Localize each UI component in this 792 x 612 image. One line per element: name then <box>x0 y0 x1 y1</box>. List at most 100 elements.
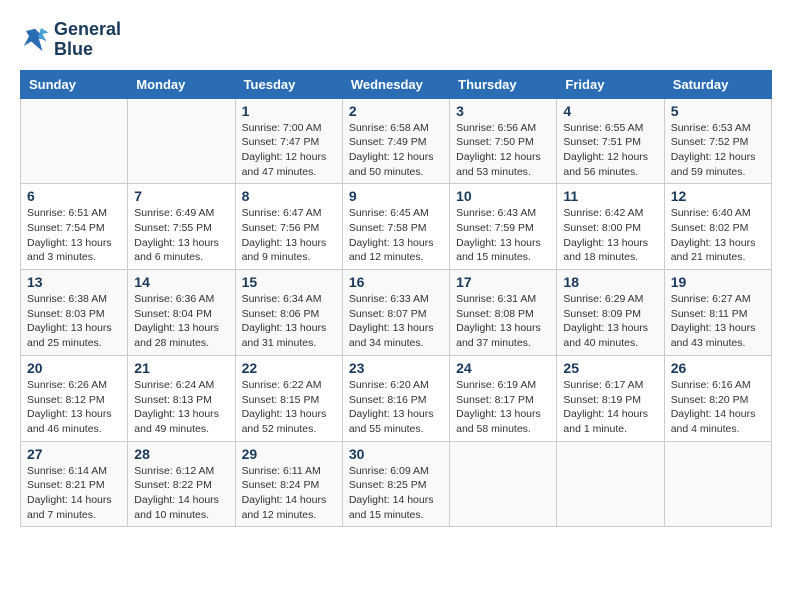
day-info: Sunrise: 6:12 AMSunset: 8:22 PMDaylight:… <box>134 464 228 523</box>
day-info: Sunrise: 6:47 AMSunset: 7:56 PMDaylight:… <box>242 206 336 265</box>
day-info: Sunrise: 6:51 AMSunset: 7:54 PMDaylight:… <box>27 206 121 265</box>
day-info: Sunrise: 6:17 AMSunset: 8:19 PMDaylight:… <box>563 378 657 437</box>
day-info: Sunrise: 6:36 AMSunset: 8:04 PMDaylight:… <box>134 292 228 351</box>
page-header: General Blue <box>20 20 772 60</box>
day-info: Sunrise: 6:38 AMSunset: 8:03 PMDaylight:… <box>27 292 121 351</box>
calendar-cell: 2 Sunrise: 6:58 AMSunset: 7:49 PMDaylight… <box>342 98 449 184</box>
calendar-cell: 25 Sunrise: 6:17 AMSunset: 8:19 PMDayligh… <box>557 355 664 441</box>
calendar-cell: 20 Sunrise: 6:26 AMSunset: 8:12 PMDayligh… <box>21 355 128 441</box>
column-header-thursday: Thursday <box>450 70 557 98</box>
day-info: Sunrise: 6:42 AMSunset: 8:00 PMDaylight:… <box>563 206 657 265</box>
calendar-cell: 3 Sunrise: 6:56 AMSunset: 7:50 PMDaylight… <box>450 98 557 184</box>
calendar-table: SundayMondayTuesdayWednesdayThursdayFrid… <box>20 70 772 528</box>
day-number: 2 <box>349 103 443 119</box>
calendar-cell: 12 Sunrise: 6:40 AMSunset: 8:02 PMDayligh… <box>664 184 771 270</box>
day-number: 18 <box>563 274 657 290</box>
logo-icon <box>20 25 50 55</box>
day-info: Sunrise: 6:56 AMSunset: 7:50 PMDaylight:… <box>456 121 550 180</box>
day-number: 10 <box>456 188 550 204</box>
calendar-cell: 21 Sunrise: 6:24 AMSunset: 8:13 PMDayligh… <box>128 355 235 441</box>
day-info: Sunrise: 6:20 AMSunset: 8:16 PMDaylight:… <box>349 378 443 437</box>
calendar-cell: 19 Sunrise: 6:27 AMSunset: 8:11 PMDayligh… <box>664 270 771 356</box>
day-number: 29 <box>242 446 336 462</box>
calendar-cell: 22 Sunrise: 6:22 AMSunset: 8:15 PMDayligh… <box>235 355 342 441</box>
logo-text: General Blue <box>54 20 121 60</box>
calendar-cell: 6 Sunrise: 6:51 AMSunset: 7:54 PMDaylight… <box>21 184 128 270</box>
day-info: Sunrise: 6:33 AMSunset: 8:07 PMDaylight:… <box>349 292 443 351</box>
day-number: 12 <box>671 188 765 204</box>
day-number: 6 <box>27 188 121 204</box>
day-number: 4 <box>563 103 657 119</box>
calendar-cell: 26 Sunrise: 6:16 AMSunset: 8:20 PMDayligh… <box>664 355 771 441</box>
day-info: Sunrise: 6:58 AMSunset: 7:49 PMDaylight:… <box>349 121 443 180</box>
calendar-cell <box>664 441 771 527</box>
day-info: Sunrise: 6:11 AMSunset: 8:24 PMDaylight:… <box>242 464 336 523</box>
day-info: Sunrise: 6:26 AMSunset: 8:12 PMDaylight:… <box>27 378 121 437</box>
day-info: Sunrise: 6:14 AMSunset: 8:21 PMDaylight:… <box>27 464 121 523</box>
day-info: Sunrise: 6:55 AMSunset: 7:51 PMDaylight:… <box>563 121 657 180</box>
day-number: 24 <box>456 360 550 376</box>
day-number: 8 <box>242 188 336 204</box>
day-number: 28 <box>134 446 228 462</box>
day-number: 17 <box>456 274 550 290</box>
calendar-cell: 23 Sunrise: 6:20 AMSunset: 8:16 PMDayligh… <box>342 355 449 441</box>
logo: General Blue <box>20 20 121 60</box>
column-header-sunday: Sunday <box>21 70 128 98</box>
calendar-cell: 11Sunrise: 6:42 AMSunset: 8:00 PMDayligh… <box>557 184 664 270</box>
day-info: Sunrise: 6:43 AMSunset: 7:59 PMDaylight:… <box>456 206 550 265</box>
day-number: 19 <box>671 274 765 290</box>
calendar-week-1: 1 Sunrise: 7:00 AMSunset: 7:47 PMDaylight… <box>21 98 772 184</box>
calendar-cell: 17 Sunrise: 6:31 AMSunset: 8:08 PMDayligh… <box>450 270 557 356</box>
calendar-week-3: 13 Sunrise: 6:38 AMSunset: 8:03 PMDayligh… <box>21 270 772 356</box>
day-info: Sunrise: 6:29 AMSunset: 8:09 PMDaylight:… <box>563 292 657 351</box>
calendar-cell <box>128 98 235 184</box>
calendar-cell: 16Sunrise: 6:33 AMSunset: 8:07 PMDayligh… <box>342 270 449 356</box>
day-number: 5 <box>671 103 765 119</box>
calendar-cell: 27Sunrise: 6:14 AMSunset: 8:21 PMDayligh… <box>21 441 128 527</box>
day-info: Sunrise: 6:53 AMSunset: 7:52 PMDaylight:… <box>671 121 765 180</box>
day-number: 14 <box>134 274 228 290</box>
day-info: Sunrise: 6:45 AMSunset: 7:58 PMDaylight:… <box>349 206 443 265</box>
column-header-tuesday: Tuesday <box>235 70 342 98</box>
day-info: Sunrise: 6:16 AMSunset: 8:20 PMDaylight:… <box>671 378 765 437</box>
day-info: Sunrise: 6:24 AMSunset: 8:13 PMDaylight:… <box>134 378 228 437</box>
column-header-saturday: Saturday <box>664 70 771 98</box>
day-info: Sunrise: 6:49 AMSunset: 7:55 PMDaylight:… <box>134 206 228 265</box>
column-header-monday: Monday <box>128 70 235 98</box>
day-number: 15 <box>242 274 336 290</box>
calendar-week-5: 27Sunrise: 6:14 AMSunset: 8:21 PMDayligh… <box>21 441 772 527</box>
calendar-cell: 7 Sunrise: 6:49 AMSunset: 7:55 PMDaylight… <box>128 184 235 270</box>
day-info: Sunrise: 6:22 AMSunset: 8:15 PMDaylight:… <box>242 378 336 437</box>
day-number: 13 <box>27 274 121 290</box>
day-info: Sunrise: 6:40 AMSunset: 8:02 PMDaylight:… <box>671 206 765 265</box>
day-number: 26 <box>671 360 765 376</box>
day-info: Sunrise: 6:31 AMSunset: 8:08 PMDaylight:… <box>456 292 550 351</box>
day-number: 9 <box>349 188 443 204</box>
calendar-cell: 1 Sunrise: 7:00 AMSunset: 7:47 PMDaylight… <box>235 98 342 184</box>
calendar-cell: 13 Sunrise: 6:38 AMSunset: 8:03 PMDayligh… <box>21 270 128 356</box>
day-number: 3 <box>456 103 550 119</box>
calendar-cell: 29 Sunrise: 6:11 AMSunset: 8:24 PMDayligh… <box>235 441 342 527</box>
calendar-week-2: 6 Sunrise: 6:51 AMSunset: 7:54 PMDaylight… <box>21 184 772 270</box>
calendar-cell: 28 Sunrise: 6:12 AMSunset: 8:22 PMDayligh… <box>128 441 235 527</box>
calendar-cell: 5 Sunrise: 6:53 AMSunset: 7:52 PMDaylight… <box>664 98 771 184</box>
day-info: Sunrise: 6:27 AMSunset: 8:11 PMDaylight:… <box>671 292 765 351</box>
day-info: Sunrise: 6:09 AMSunset: 8:25 PMDaylight:… <box>349 464 443 523</box>
calendar-cell: 10 Sunrise: 6:43 AMSunset: 7:59 PMDayligh… <box>450 184 557 270</box>
calendar-cell <box>557 441 664 527</box>
calendar-cell: 18 Sunrise: 6:29 AMSunset: 8:09 PMDayligh… <box>557 270 664 356</box>
day-number: 25 <box>563 360 657 376</box>
day-info: Sunrise: 7:00 AMSunset: 7:47 PMDaylight:… <box>242 121 336 180</box>
day-number: 21 <box>134 360 228 376</box>
day-number: 1 <box>242 103 336 119</box>
calendar-cell <box>21 98 128 184</box>
calendar-cell <box>450 441 557 527</box>
day-number: 7 <box>134 188 228 204</box>
column-header-friday: Friday <box>557 70 664 98</box>
calendar-cell: 15Sunrise: 6:34 AMSunset: 8:06 PMDayligh… <box>235 270 342 356</box>
day-number: 20 <box>27 360 121 376</box>
calendar-cell: 8 Sunrise: 6:47 AMSunset: 7:56 PMDaylight… <box>235 184 342 270</box>
day-number: 23 <box>349 360 443 376</box>
day-number: 22 <box>242 360 336 376</box>
calendar-week-4: 20 Sunrise: 6:26 AMSunset: 8:12 PMDayligh… <box>21 355 772 441</box>
